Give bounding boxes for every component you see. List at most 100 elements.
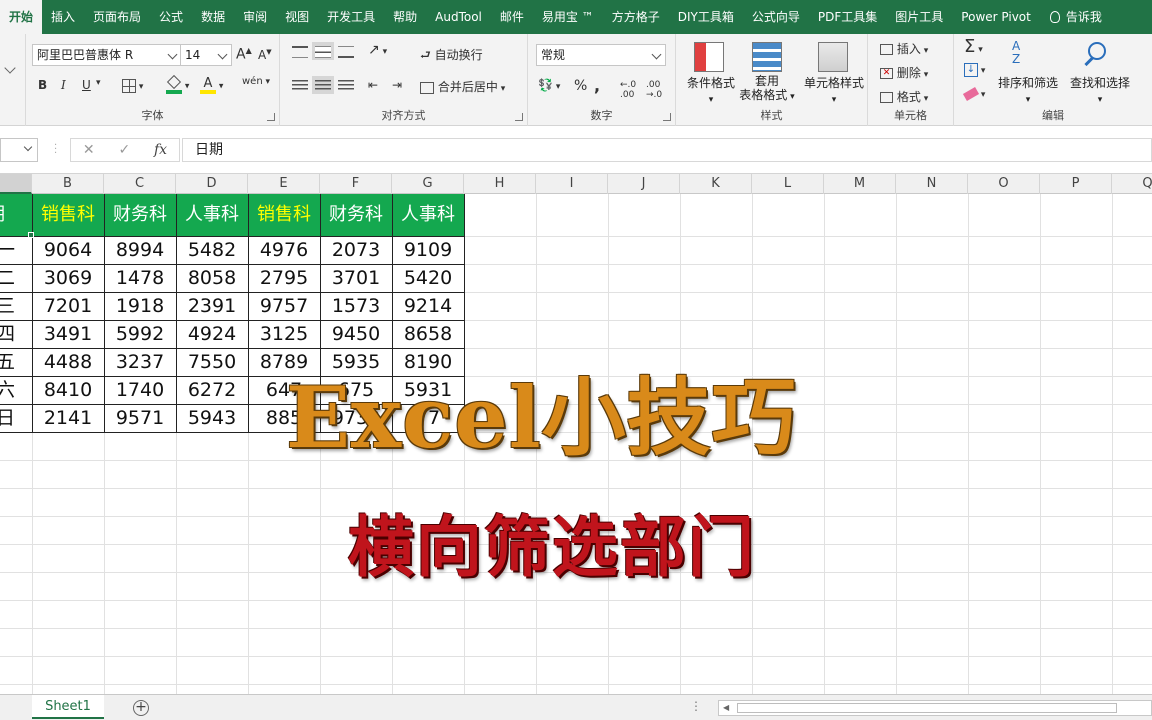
enter-icon[interactable]: ✓ (118, 142, 130, 158)
ribbon-tab[interactable]: 易用宝 ™ (533, 0, 603, 34)
column-header[interactable]: C (104, 174, 176, 194)
column-header[interactable]: H (464, 174, 536, 194)
align-top-button[interactable] (292, 44, 308, 58)
percent-button[interactable]: % (574, 78, 587, 94)
column-header[interactable]: L (752, 174, 824, 194)
table-header-cell[interactable]: 人事科 (176, 194, 248, 236)
cancel-icon[interactable]: ✕ (83, 142, 95, 158)
ribbon-tab[interactable]: 方方格子 (603, 0, 669, 34)
table-cell[interactable]: 8410 (32, 376, 104, 404)
column-header[interactable]: K (680, 174, 752, 194)
merge-center-button[interactable]: 合并后居中 ▾ (420, 78, 505, 95)
table-cell[interactable]: 5992 (104, 320, 176, 348)
table-cell[interactable]: 9214 (392, 292, 464, 320)
table-cell[interactable]: 7550 (176, 348, 248, 376)
table-cell[interactable]: 4976 (248, 236, 320, 264)
decrease-indent-button[interactable]: ⇤ (368, 78, 378, 92)
table-cell[interactable]: 9064 (32, 236, 104, 264)
column-header[interactable]: G (392, 174, 464, 194)
chevron-down-icon[interactable] (4, 62, 16, 74)
column-header[interactable]: A (0, 174, 32, 194)
table-cell[interactable]: 1478 (104, 264, 176, 292)
table-cell[interactable]: 9450 (320, 320, 392, 348)
table-cell[interactable]: 3237 (104, 348, 176, 376)
fill-color-button[interactable]: ▾ (166, 74, 189, 94)
conditional-format-button[interactable]: 条件格式 ▾ (682, 74, 740, 105)
number-format-combo[interactable]: 常规 (536, 44, 666, 66)
table-header-cell[interactable]: 销售科 (32, 194, 104, 236)
table-cell[interactable]: 2141 (32, 404, 104, 432)
wrap-text-button[interactable]: ⮐ 自动换行 (420, 46, 483, 67)
delete-cells-button[interactable]: ✕ 删除 ▾ (880, 64, 928, 81)
phonetic-button[interactable]: wén ▾ (242, 76, 270, 87)
column-header[interactable]: F (320, 174, 392, 194)
align-bottom-button[interactable] (338, 44, 354, 58)
table-header-cell[interactable]: 财务科 (104, 194, 176, 236)
formula-input[interactable]: 日期 (182, 138, 1152, 162)
table-cell[interactable]: 2073 (320, 236, 392, 264)
accounting-button[interactable]: 💱 ▾ (538, 78, 560, 92)
increase-decimal-button[interactable]: ←.0.00 (620, 80, 636, 100)
clear-button[interactable]: ▾ (962, 86, 985, 101)
borders-button[interactable]: ▾ (122, 78, 143, 93)
ribbon-tab[interactable]: DIY工具箱 (669, 0, 743, 34)
ribbon-tab[interactable]: 帮助 (384, 0, 426, 34)
sheet-tab-sheet1[interactable]: Sheet1 (32, 695, 104, 719)
align-center-button[interactable] (312, 76, 334, 94)
column-header[interactable]: E (248, 174, 320, 194)
ribbon-tab[interactable]: AudTool (426, 0, 491, 34)
dialog-launcher-icon[interactable] (267, 113, 275, 121)
fill-handle[interactable] (28, 232, 34, 238)
italic-button[interactable]: I (61, 78, 66, 92)
insert-function-icon[interactable]: fx (154, 142, 167, 158)
table-cell[interactable]: 4488 (32, 348, 104, 376)
ribbon-tab[interactable]: 开始 (0, 0, 43, 34)
table-cell[interactable]: 1573 (320, 292, 392, 320)
scroll-left-icon[interactable]: ◀ (723, 703, 729, 712)
ribbon-tab[interactable]: 插入 (42, 0, 84, 34)
shrink-font-button[interactable]: A▼ (258, 48, 272, 62)
table-cell[interactable]: 期二 (0, 264, 32, 292)
chevron-down-icon[interactable]: ▾ (96, 78, 101, 88)
font-size-combo[interactable]: 14 (180, 44, 232, 66)
table-cell[interactable]: 5482 (176, 236, 248, 264)
ribbon-tab[interactable]: 告诉我 (1066, 0, 1111, 34)
cell-styles-button[interactable]: 单元格样式 ▾ (798, 74, 870, 105)
table-cell[interactable]: 1918 (104, 292, 176, 320)
dialog-launcher-icon[interactable] (663, 113, 671, 121)
column-header[interactable]: Q (1112, 174, 1152, 194)
align-middle-button[interactable] (312, 42, 334, 60)
table-cell[interactable]: 8058 (176, 264, 248, 292)
increase-indent-button[interactable]: ⇥ (392, 78, 402, 92)
ribbon-tab[interactable]: 图片工具 (886, 0, 952, 34)
table-cell[interactable]: 4924 (176, 320, 248, 348)
table-cell[interactable]: 8658 (392, 320, 464, 348)
table-cell[interactable]: 2391 (176, 292, 248, 320)
table-cell[interactable]: 2795 (248, 264, 320, 292)
ribbon-tab[interactable]: 数据 (192, 0, 234, 34)
table-header-cell[interactable]: 人事科 (392, 194, 464, 236)
grow-font-button[interactable]: A▲ (236, 46, 252, 63)
underline-button[interactable]: U (82, 78, 91, 92)
table-cell[interactable]: 期日 (0, 404, 32, 432)
table-header-cell[interactable]: 财务科 (320, 194, 392, 236)
column-header[interactable]: M (824, 174, 896, 194)
font-name-combo[interactable]: 阿里巴巴普惠体 R (32, 44, 182, 66)
table-cell[interactable]: 7201 (32, 292, 104, 320)
ribbon-tab[interactable]: 公式向导 (743, 0, 809, 34)
table-cell[interactable]: 5943 (176, 404, 248, 432)
bold-button[interactable]: B (38, 78, 47, 92)
ribbon-tab[interactable]: PDF工具集 (809, 0, 886, 34)
table-cell[interactable]: 3491 (32, 320, 104, 348)
column-header[interactable]: B (32, 174, 104, 194)
column-header[interactable]: I (536, 174, 608, 194)
comma-button[interactable]: , (594, 76, 600, 95)
orientation-button[interactable]: ↗ ▾ (368, 42, 387, 58)
horizontal-scrollbar[interactable]: ◀ (718, 700, 1152, 716)
column-header[interactable]: N (896, 174, 968, 194)
table-cell[interactable]: 期一 (0, 236, 32, 264)
find-select-button[interactable]: 查找和选择 ▾ (1062, 74, 1138, 105)
column-header[interactable]: J (608, 174, 680, 194)
format-as-table-button[interactable]: 套用 表格格式 ▾ (736, 74, 798, 104)
ribbon-tab[interactable]: Power Pivot (952, 0, 1040, 34)
